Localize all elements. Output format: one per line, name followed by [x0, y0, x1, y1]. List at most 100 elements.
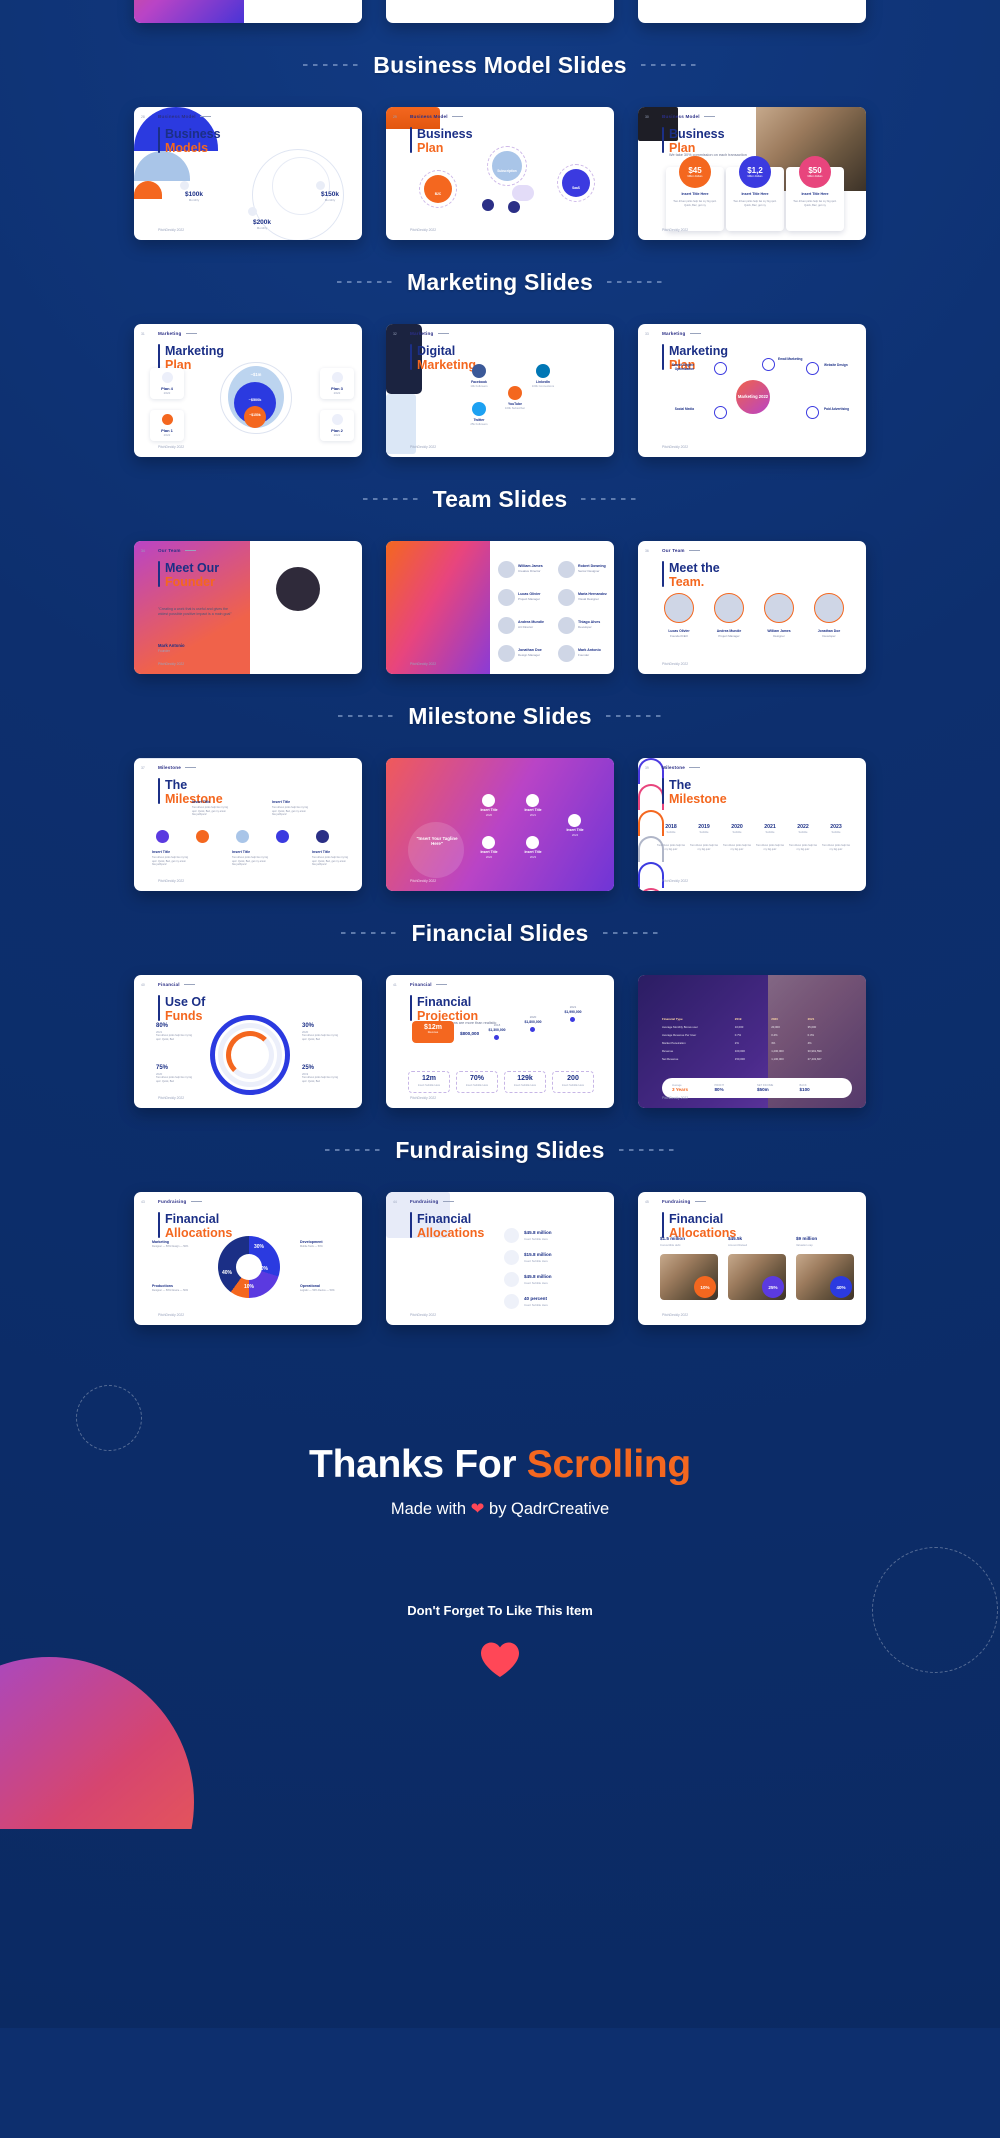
list-label: Insert Subtitle Here [524, 1237, 548, 1241]
headline-primary: Marketing [165, 344, 225, 358]
slide-card[interactable]: 40 Financial Use Of Funds 80% 2021 Two driven … [134, 975, 362, 1108]
milestone-year: 2022 [485, 855, 493, 859]
headline-primary: Business [669, 127, 725, 141]
list-label: Insert Subtitle Here [524, 1303, 548, 1307]
stat-label: Monthly [188, 198, 200, 202]
slide-kicker: Our Team [158, 548, 196, 553]
team-gradient-panel [386, 541, 490, 674]
partial-card[interactable] [638, 0, 866, 23]
like-prompt: Don't Forget To Like This Item [407, 1603, 593, 1618]
chart-point [530, 1027, 535, 1032]
plan-card[interactable]: Plan 1 2022 [150, 410, 184, 441]
slide-number: 33 [645, 332, 649, 336]
slide-card[interactable]: 28 Business Model Business Models SaaS Subscr… [134, 107, 362, 240]
slide-footer: PitchDeckly 2022 [410, 228, 437, 232]
slice-label: Marketing [152, 1240, 169, 1244]
headline-text: Meet Our Founder [165, 561, 219, 589]
member-role: Creative Director [518, 569, 541, 573]
tagline: "Insert Your Tagline Here" [416, 836, 458, 847]
chart-point [494, 1035, 499, 1040]
slide-card[interactable]: 37 Milestone The Milestone Insert Title Two d… [134, 758, 362, 891]
headline-primary: Financial [417, 995, 472, 1009]
plan-card[interactable]: Plan 3 2022 [320, 368, 354, 399]
partial-card[interactable]: Get all the features that will let you k… [386, 0, 614, 23]
stat-box[interactable]: 70% Insert Subtitle Here [456, 1071, 498, 1093]
slide-card[interactable]: 32 Marketing Digital Marketing Facebook 10k F… [386, 324, 614, 457]
value-unit: Million Dollars [687, 174, 703, 178]
stat-value: 129k [517, 1075, 533, 1082]
slide-number: 31 [141, 332, 145, 336]
point-value: $1,300,000 [488, 1028, 506, 1032]
slide-card[interactable]: 33 Marketing Marketing Plan Marketing 2022 Em… [638, 324, 866, 457]
value-card[interactable]: $45 Million Dollars Insert Title Here Two d… [666, 156, 724, 231]
headline-accent-bar [410, 995, 412, 1021]
member-role: Developer [822, 634, 836, 638]
slide-card[interactable]: 29 Business Model Business Plan B2C Subscript… [386, 107, 614, 240]
stat-box[interactable]: 129k Insert Subtitle Here [504, 1071, 546, 1093]
avatar [714, 593, 744, 623]
avatar [498, 645, 515, 662]
slide-footer: PitchDeckly 2022 [662, 445, 689, 449]
slide-card[interactable]: 35Our TeamMeet OurBest TeamWilliam James… [386, 541, 614, 674]
year-label: 2018 [665, 824, 677, 830]
headline-text: Business Plan [669, 127, 725, 155]
year-label: 2022 [797, 824, 809, 830]
founder-role: Founder [158, 649, 170, 653]
stat-box[interactable]: 12m Insert Subtitle Here [408, 1071, 450, 1093]
table-cell: Average Revenue Per User [662, 1033, 697, 1037]
plan-card[interactable]: Plan 4 2022 [150, 368, 184, 399]
slide-card[interactable]: 45 Fundraising Financial Allocations $1.5 mi… [638, 1192, 866, 1325]
spoke-label: Paid Advertising [824, 407, 850, 411]
milestone-dot [276, 830, 289, 843]
list-label: Insert Subtitle Here [524, 1281, 548, 1285]
avatar [814, 593, 844, 623]
headline-accent-bar [662, 127, 664, 153]
heading-dots-right [606, 281, 663, 283]
slide-card[interactable]: 39 Milestone The Milestone 2018 Subtitle Two d… [638, 758, 866, 891]
member-role: Project Manager [518, 597, 541, 601]
slide-card[interactable]: 43 Fundraising Financial Allocations Marketi… [134, 1192, 362, 1325]
page-title: Thanks For Scrolling [0, 1443, 1000, 1487]
partial-card[interactable]: Complete feature at an affordable price,… [134, 0, 362, 23]
headline-accent-bar [158, 561, 160, 587]
head-value: $9 million [796, 1236, 818, 1241]
slide-card[interactable]: 34 Our Team Meet Our Founder "Creating a wor… [134, 541, 362, 674]
credit-suffix: by QadrCreative [484, 1500, 610, 1518]
slide-card[interactable]: 44 Fundraising Financial Allocations $45.8 m… [386, 1192, 614, 1325]
list-value: $45.8 million [524, 1274, 552, 1279]
stat-label: Monthly [256, 226, 268, 230]
slide-card[interactable]: 42FinancialUse OfFundsFinancial Type2019… [638, 975, 866, 1108]
year-desc: Two driven picks help fax my big quiz [756, 844, 784, 851]
heading-dots-left [338, 715, 395, 717]
spoke-icon [714, 362, 727, 375]
plan-card[interactable]: Plan 2 2022 [320, 410, 354, 441]
section-title: Team Slides [432, 485, 568, 512]
stat-value: $200k [252, 219, 272, 226]
slide-card[interactable]: 36 Our Team Meet the Team. Lucas Olivier Foun… [638, 541, 866, 674]
slide-headline: Use OfFunds [158, 995, 205, 1023]
avatar [764, 593, 794, 623]
value-card[interactable]: $1,2 Million Dollars Insert Title Here Two … [726, 156, 784, 231]
spoke-label: Social Media [674, 407, 694, 411]
headline-text: Financial Allocations [417, 1212, 484, 1240]
donut-ring [226, 1031, 274, 1079]
slide-row: 40 Financial Use Of Funds 80% 2021 Two driven … [0, 975, 1000, 1108]
year-subtitle: Subtitle [831, 831, 841, 834]
like-heart-icon[interactable] [479, 1640, 521, 1678]
plan-year: 2022 [333, 433, 341, 437]
member-role: Senior Designer [578, 569, 600, 573]
value-card[interactable]: $50 Million Dollars Insert Title Here Two d… [786, 156, 844, 231]
milestone-title: Insert Title [192, 800, 211, 804]
stat-box[interactable]: 200 Insert Subtitle Here [552, 1071, 594, 1093]
slide-card[interactable]: 41 Financial Financial Projection Our financ… [386, 975, 614, 1108]
stat-label: Insert Subtitle Here [465, 1084, 489, 1087]
headline-primary: Digital [417, 344, 456, 358]
social-icon [508, 386, 522, 400]
slide-card[interactable]: 31 Marketing Marketing Plan ~$1m ~$500k ~$150k… [134, 324, 362, 457]
value-amount: $45 [688, 165, 702, 175]
fund-desc: Two driven picks help fax my big quiz. Q… [156, 1076, 192, 1083]
slide-kicker: Financial [158, 982, 195, 987]
slide-card[interactable]: 30 Business Model Business Plan We take 30% … [638, 107, 866, 240]
slide-card[interactable]: 38MilestoneWhat The Milestones?"Insert Y… [386, 758, 614, 891]
headline-primary: Financial [165, 1212, 220, 1226]
